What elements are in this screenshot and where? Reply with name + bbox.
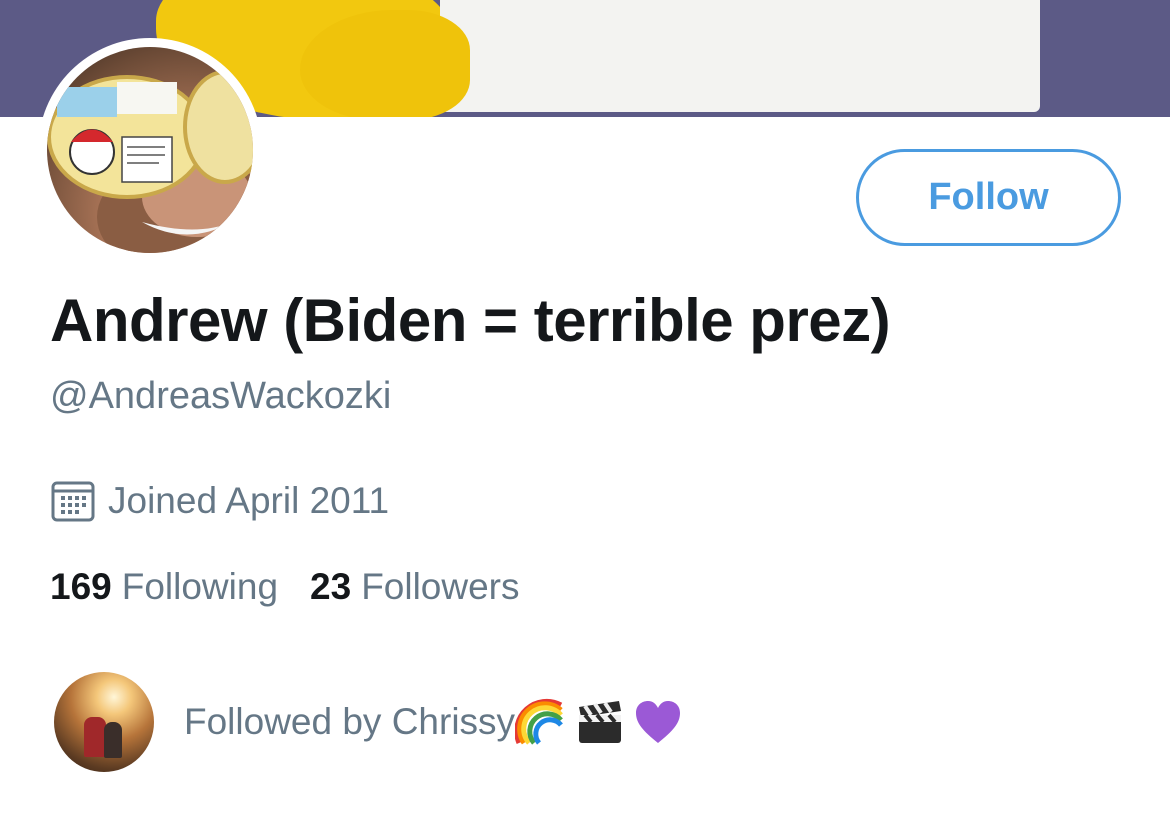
purple-heart-icon [636, 701, 681, 743]
joined-text: Joined April 2011 [108, 480, 390, 521]
rainbow-icon [515, 698, 563, 745]
calendar-icon [51, 481, 95, 522]
avatar-illustration [47, 70, 253, 253]
user-handle: @AndreasWackozki [50, 375, 392, 417]
followed-by-row[interactable]: Followed by Chrissy [54, 672, 683, 772]
avatar-figure [84, 717, 106, 757]
avatar[interactable] [47, 47, 253, 253]
banner-sign-shape [440, 0, 1040, 112]
banner-edge [1040, 0, 1170, 117]
following-label: Following [121, 566, 279, 607]
display-name: Andrew (Biden = terrible prez) [50, 287, 891, 354]
follow-stats: 169 Following 23 Followers [50, 566, 520, 608]
clapper-board-icon [579, 701, 622, 743]
followers-link[interactable]: 23 Followers [310, 566, 519, 608]
joined-date: Joined April 2011 [50, 478, 389, 524]
followers-label: Followers [361, 566, 520, 607]
avatar-figure [104, 722, 122, 758]
following-count: 169 [50, 566, 112, 607]
follower-avatar[interactable] [54, 672, 154, 772]
followed-by-text: Followed by Chrissy [184, 701, 516, 742]
follow-button[interactable]: Follow [856, 149, 1121, 246]
followers-count: 23 [310, 566, 352, 607]
following-link[interactable]: 169 Following [50, 566, 278, 608]
